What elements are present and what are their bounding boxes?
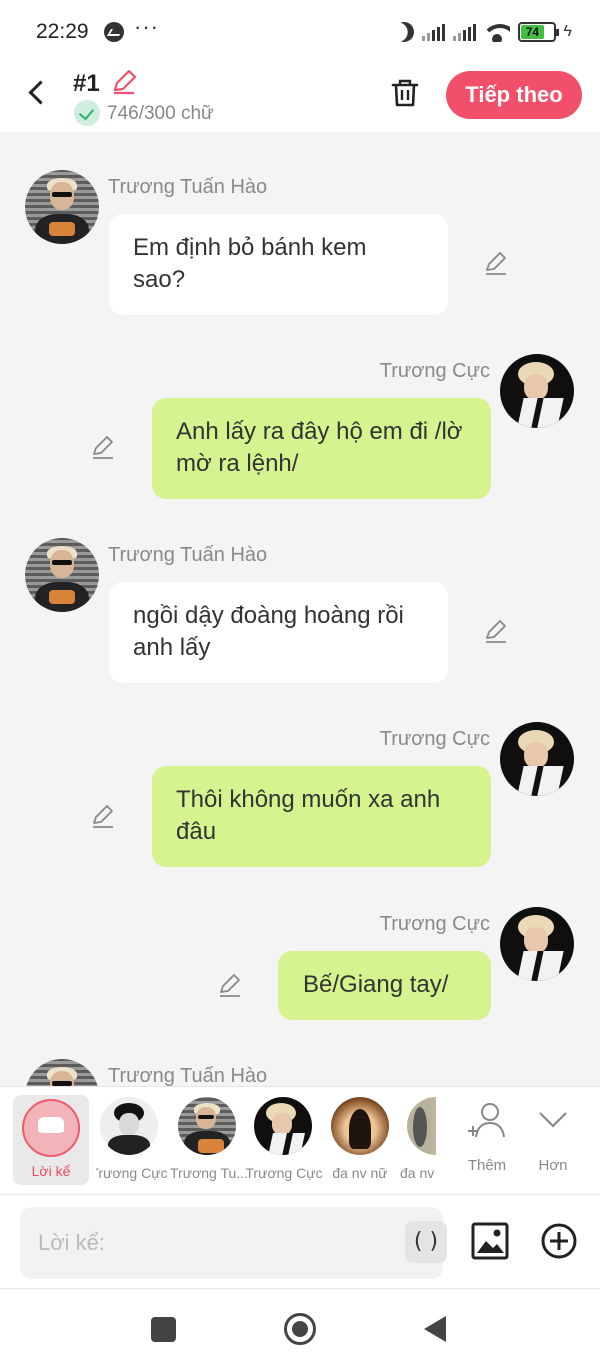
system-nav-bar bbox=[0, 1288, 600, 1367]
message-bubble[interactable]: Em định bỏ bánh kem sao? bbox=[109, 214, 448, 315]
character-list[interactable]: Trương Cực Trương Tu... Trương Cực đa nv… bbox=[96, 1087, 436, 1195]
status-bar: 22:29 ··· 74 ϟ bbox=[0, 0, 600, 62]
character-bar: Lời kể Trương Cực Trương Tu... Trương Cự… bbox=[0, 1086, 600, 1194]
character-name: đa nv nữ bbox=[332, 1165, 388, 1181]
home-button[interactable] bbox=[284, 1313, 316, 1345]
character-avatar[interactable] bbox=[331, 1097, 389, 1155]
character-name: Trương Cực bbox=[96, 1165, 168, 1181]
sender-name: Trương Cực bbox=[379, 360, 490, 382]
input-bar: ( ) bbox=[0, 1194, 600, 1288]
action-paren-button[interactable]: ( ) bbox=[405, 1221, 447, 1263]
chat-area[interactable]: Trương Tuấn Hào Em định bỏ bánh kem sao?… bbox=[0, 132, 600, 1087]
add-character-button[interactable]: Thêm bbox=[462, 1101, 512, 1187]
status-icons: 74 ϟ bbox=[394, 20, 572, 44]
avatar-truong-cuc[interactable] bbox=[500, 722, 574, 796]
edit-message-icon[interactable] bbox=[483, 618, 509, 644]
more-dots-icon: ··· bbox=[134, 14, 159, 39]
back-button[interactable] bbox=[20, 76, 54, 110]
sender-name: Trương Cực bbox=[379, 913, 490, 935]
word-count: 746/300 chữ bbox=[107, 103, 214, 124]
message-bubble[interactable]: Bế/Giang tay/ bbox=[278, 951, 491, 1020]
avatar-truong-cuc[interactable] bbox=[500, 907, 574, 981]
character-name: Trương Tu... bbox=[170, 1165, 248, 1181]
message-bubble[interactable]: Thôi không muốn xa anh đâu bbox=[152, 766, 491, 867]
battery-icon: 74 bbox=[517, 22, 559, 42]
avatar-truong-cuc[interactable] bbox=[500, 354, 574, 428]
messenger-icon bbox=[104, 22, 124, 42]
expand-button[interactable]: Hơn bbox=[528, 1101, 578, 1187]
wifi-icon bbox=[483, 22, 510, 42]
back-nav-button[interactable] bbox=[424, 1316, 446, 1342]
signal-icon bbox=[421, 23, 445, 41]
battery-level: 74 bbox=[520, 25, 545, 39]
edit-message-icon[interactable] bbox=[90, 434, 116, 460]
moon-icon bbox=[391, 19, 417, 45]
message-bubble[interactable]: ngồi dậy đoàng hoàng rồi anh lấy bbox=[109, 582, 448, 683]
sender-name: Trương Tuấn Hào bbox=[108, 544, 268, 566]
message-bubble[interactable]: Anh lấy ra đây hộ em đi /lờ mờ ra lệnh/ bbox=[152, 398, 491, 499]
message-input[interactable] bbox=[38, 1223, 378, 1263]
character-name: Trương Cực bbox=[245, 1165, 323, 1181]
edit-message-icon[interactable] bbox=[483, 250, 509, 276]
status-time: 22:29 bbox=[36, 20, 89, 43]
character-avatar[interactable] bbox=[100, 1097, 158, 1155]
charging-icon: ϟ bbox=[563, 23, 572, 40]
sender-name: Trương Tuấn Hào bbox=[108, 176, 268, 198]
image-button[interactable] bbox=[470, 1221, 510, 1261]
add-button[interactable] bbox=[540, 1222, 578, 1260]
avatar-truong-tuan-hao[interactable] bbox=[25, 538, 99, 612]
character-avatar[interactable] bbox=[178, 1097, 236, 1155]
edit-message-icon[interactable] bbox=[90, 803, 116, 829]
avatar-truong-tuan-hao[interactable] bbox=[25, 1059, 99, 1087]
avatar-truong-tuan-hao[interactable] bbox=[25, 170, 99, 244]
recents-button[interactable] bbox=[151, 1317, 176, 1342]
next-button[interactable]: Tiếp theo bbox=[446, 71, 582, 119]
trash-button[interactable] bbox=[388, 76, 422, 110]
character-avatar[interactable] bbox=[407, 1097, 436, 1155]
character-name: đa nv bbox=[400, 1165, 435, 1181]
editor-header: #1 746/300 chữ Tiếp theo bbox=[0, 62, 600, 132]
edit-title-icon[interactable] bbox=[110, 68, 138, 96]
edit-message-icon[interactable] bbox=[217, 972, 243, 998]
add-character-label: Thêm bbox=[467, 1157, 507, 1174]
expand-label: Hơn bbox=[538, 1157, 568, 1174]
sender-name: Trương Cực bbox=[379, 728, 490, 750]
narration-icon bbox=[22, 1099, 80, 1157]
check-icon bbox=[74, 100, 100, 126]
narration-label: Lời kể bbox=[31, 1163, 71, 1179]
sender-name: Trương Tuấn Hào bbox=[108, 1065, 268, 1087]
chevron-down-icon bbox=[539, 1112, 567, 1128]
chapter-title: #1 bbox=[73, 70, 100, 97]
character-avatar[interactable] bbox=[254, 1097, 312, 1155]
message-input-container[interactable]: ( ) bbox=[20, 1207, 447, 1279]
narration-tab[interactable]: Lời kể bbox=[13, 1095, 89, 1185]
signal-icon bbox=[452, 23, 476, 41]
add-person-icon bbox=[468, 1103, 505, 1138]
